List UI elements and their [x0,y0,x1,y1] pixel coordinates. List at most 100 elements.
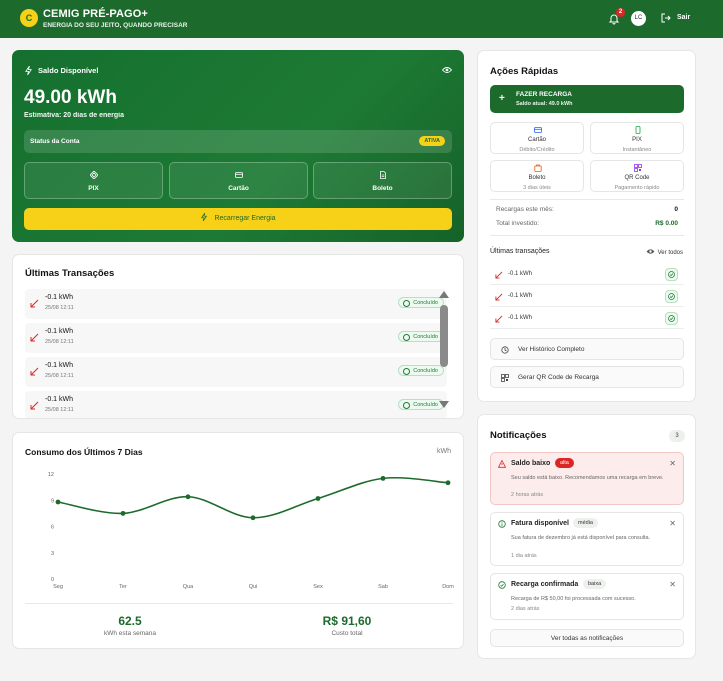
balance-estimate: Estimativa: 20 dias de energia [24,112,124,119]
credit-card-icon [235,172,243,178]
app-header: C CEMIG PRÉ-PAGO+ ENERGIA DO SEU JEITO, … [0,0,723,38]
status-badge: Concluído [398,297,444,308]
quick-actions-title: Ações Rápidas [490,66,559,77]
notification-title: Recarga confirmada [511,581,579,588]
transactions-scrollbar[interactable] [439,291,449,408]
generate-qr-button[interactable]: Gerar QR Code de Recarga [490,366,684,388]
generate-qr-label: Gerar QR Code de Recarga [518,374,599,381]
total-invested-row: Total investido: R$ 0.00 [496,220,678,227]
eye-icon [646,249,655,254]
recharge-energy-label: Recarregar Energia [214,215,276,222]
notification-body: Seu saldo está baixo. Recomendamos uma r… [511,475,664,481]
list-item[interactable]: -0.1 kWh [490,287,684,307]
notification-time: 1 dia atrás [511,553,537,559]
notification-item[interactable]: Fatura disponível média ✕ Sua fatura de … [490,512,684,566]
pix-payment-tile[interactable]: PIX Instantâneo [590,122,684,154]
list-item[interactable]: -0.1 kWh 25/08 12:11 Concluído [25,391,447,418]
tx-amount: -0.1 kWh [508,271,533,277]
balance-value: 49.00 kWh [24,87,117,108]
document-icon [380,171,386,179]
scroll-down-arrow-icon[interactable] [439,401,449,408]
info-icon [498,520,506,528]
pix-icon [90,171,98,179]
status-badge: ATIVA [419,136,445,146]
tile-sub: Pagamento rápido [614,185,660,191]
notifications-card: Notificações 3 Saldo baixo alta ✕ Seu sa… [477,414,696,659]
x-tick-label: Ter [119,584,127,590]
balance-card: Saldo Disponível 49.00 kWh Estimativa: 2… [12,50,464,242]
status-badge: Concluído [398,365,444,376]
avatar[interactable]: LC [631,11,646,26]
status-badge: Concluído [398,331,444,342]
priority-badge: baixa [583,579,607,589]
tile-name: Boleto [528,175,546,181]
app-subtitle: ENERGIA DO SEU JEITO, QUANDO PRECISAR [43,22,188,29]
card-payment-tile[interactable]: Cartão Débito/Crédito [490,122,584,154]
view-all-notifications-label: Ver todas as notificações [550,635,624,642]
recharge-energy-button[interactable]: Recarregar Energia [24,208,452,230]
list-item[interactable]: -0.1 kWh [490,265,684,285]
card-button[interactable]: Cartão [169,162,308,199]
data-point [380,475,386,481]
cost-total-value: R$ 91,60 [322,614,372,628]
consumption-card: Consumo dos Últimos 7 Dias kWh 0 3 6 9 12 Seg… [12,432,464,649]
close-icon[interactable]: ✕ [669,580,676,589]
tx-date: 25/08 12:11 [45,305,74,311]
x-tick-label: Sab [378,584,388,590]
check-icon [665,290,678,303]
pix-button[interactable]: PIX [24,162,163,199]
make-recharge-button[interactable]: + FAZER RECARGA Saldo atual: 49.0 kWh [490,85,684,113]
close-icon[interactable]: ✕ [669,519,676,528]
divider [490,235,684,236]
eye-icon[interactable] [442,66,452,74]
y-tick-label: 12 [48,472,54,478]
week-total-label: kWh esta semana [103,630,157,637]
lightning-icon [25,66,32,75]
status-badge: Concluído [398,399,444,410]
view-all-button[interactable]: Ver todos [646,248,683,256]
credit-card-icon [534,127,542,133]
scroll-up-arrow-icon[interactable] [439,291,449,298]
notification-item[interactable]: Saldo baixo alta ✕ Seu saldo está baixo.… [490,452,684,505]
x-tick-label: Sex [313,584,323,590]
qr-code-payment-tile[interactable]: QR Code Pagamento rápido [590,160,684,192]
y-tick-label: 6 [51,525,54,531]
notification-item[interactable]: Recarga confirmada baixa ✕ Recarga de R$… [490,573,684,620]
boleto-payment-tile[interactable]: Boleto 3 dias úteis [490,160,584,192]
divider [490,199,684,200]
logout-icon[interactable] [661,13,671,23]
list-item[interactable]: -0.1 kWh 25/08 12:11 Concluído [25,357,447,387]
qr-code-icon [634,164,642,172]
tile-sub: Débito/Crédito [519,147,555,153]
notifications-title: Notificações [490,430,547,441]
total-invested-label: Total investido: [496,220,539,227]
scroll-thumb[interactable] [440,305,448,367]
tx-amount: -0.1 kWh [45,396,74,403]
arrow-down-icon [30,299,39,308]
close-icon[interactable]: ✕ [669,459,676,468]
tile-sub: 3 dias úteis [523,185,551,191]
check-circle-icon [498,581,506,589]
cost-total-label: Custo total [331,630,363,637]
logout-button[interactable]: Sair [677,14,690,21]
view-history-label: Ver Histórico Completo [518,346,585,353]
tile-name: QR Code [624,175,650,181]
chart-divider [25,603,453,604]
notification-title: Saldo baixo [511,460,551,467]
notification-body: Recarga de R$ 50,00 foi processada com s… [511,596,636,602]
week-total-stat: 62.5 kWh esta semana [55,614,205,637]
list-item[interactable]: -0.1 kWh [490,309,684,329]
list-item[interactable]: -0.1 kWh 25/08 12:11 Concluído [25,323,447,353]
tx-date: 25/08 12:11 [45,373,74,379]
list-item[interactable]: -0.1 kWh 25/08 12:11 Concluído [25,289,447,319]
arrow-down-icon [495,271,503,279]
view-history-button[interactable]: Ver Histórico Completo [490,338,684,360]
x-tick-label: Qui [249,584,258,590]
notification-badge: 2 [616,8,625,17]
data-point [250,515,256,521]
view-all-notifications-button[interactable]: Ver todas as notificações [490,629,684,647]
tx-date: 25/08 12:11 [45,407,74,413]
view-all-label: Ver todos [657,250,683,256]
boleto-button[interactable]: Boleto [313,162,452,199]
warning-icon [498,460,506,468]
